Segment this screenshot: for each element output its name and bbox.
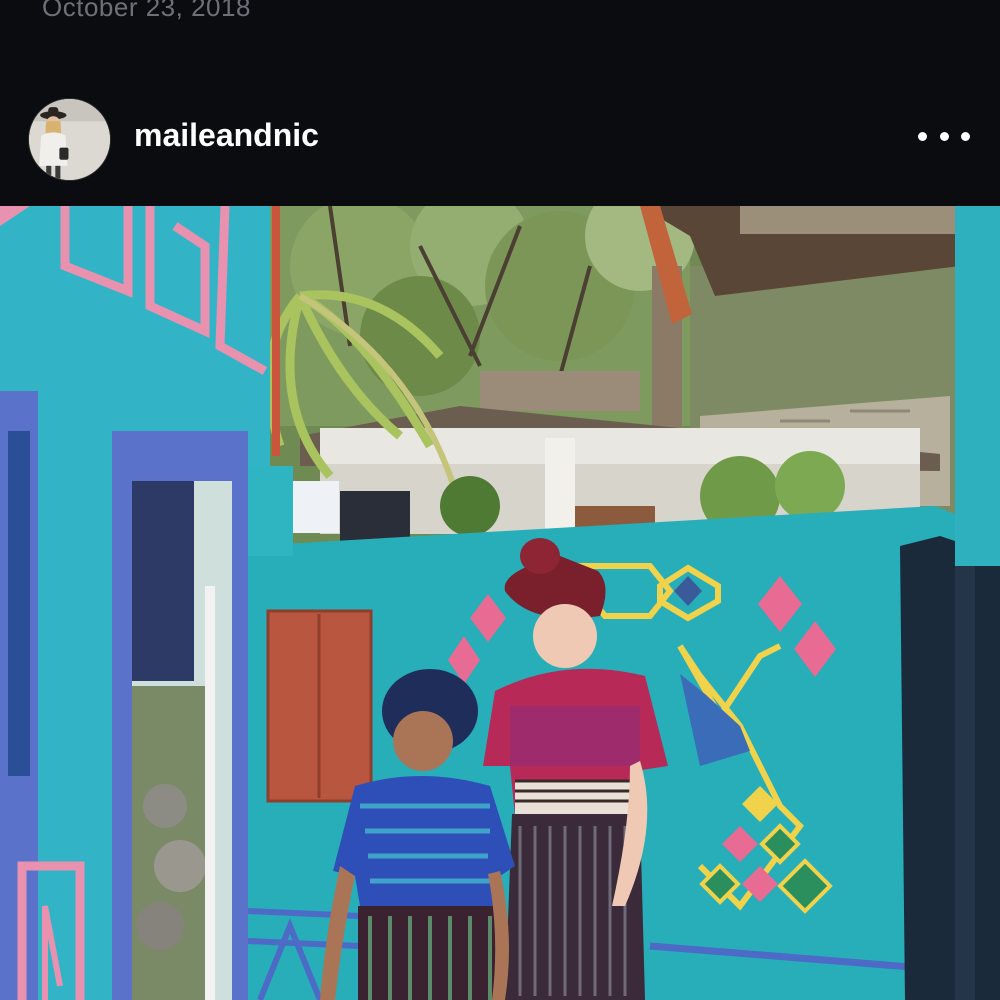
profile-photo <box>29 99 110 180</box>
more-horizontal-icon <box>939 131 949 141</box>
more-horizontal-icon <box>918 131 927 141</box>
more-options-button[interactable] <box>918 123 970 149</box>
post-header: maileandnic <box>0 95 1000 183</box>
post-image <box>0 206 1000 1000</box>
avatar[interactable] <box>28 98 111 181</box>
post-date: October 23, 2018 <box>42 0 251 22</box>
more-horizontal-icon <box>961 131 970 141</box>
post-photo[interactable] <box>0 206 1000 1000</box>
username[interactable]: maileandnic <box>134 117 319 154</box>
